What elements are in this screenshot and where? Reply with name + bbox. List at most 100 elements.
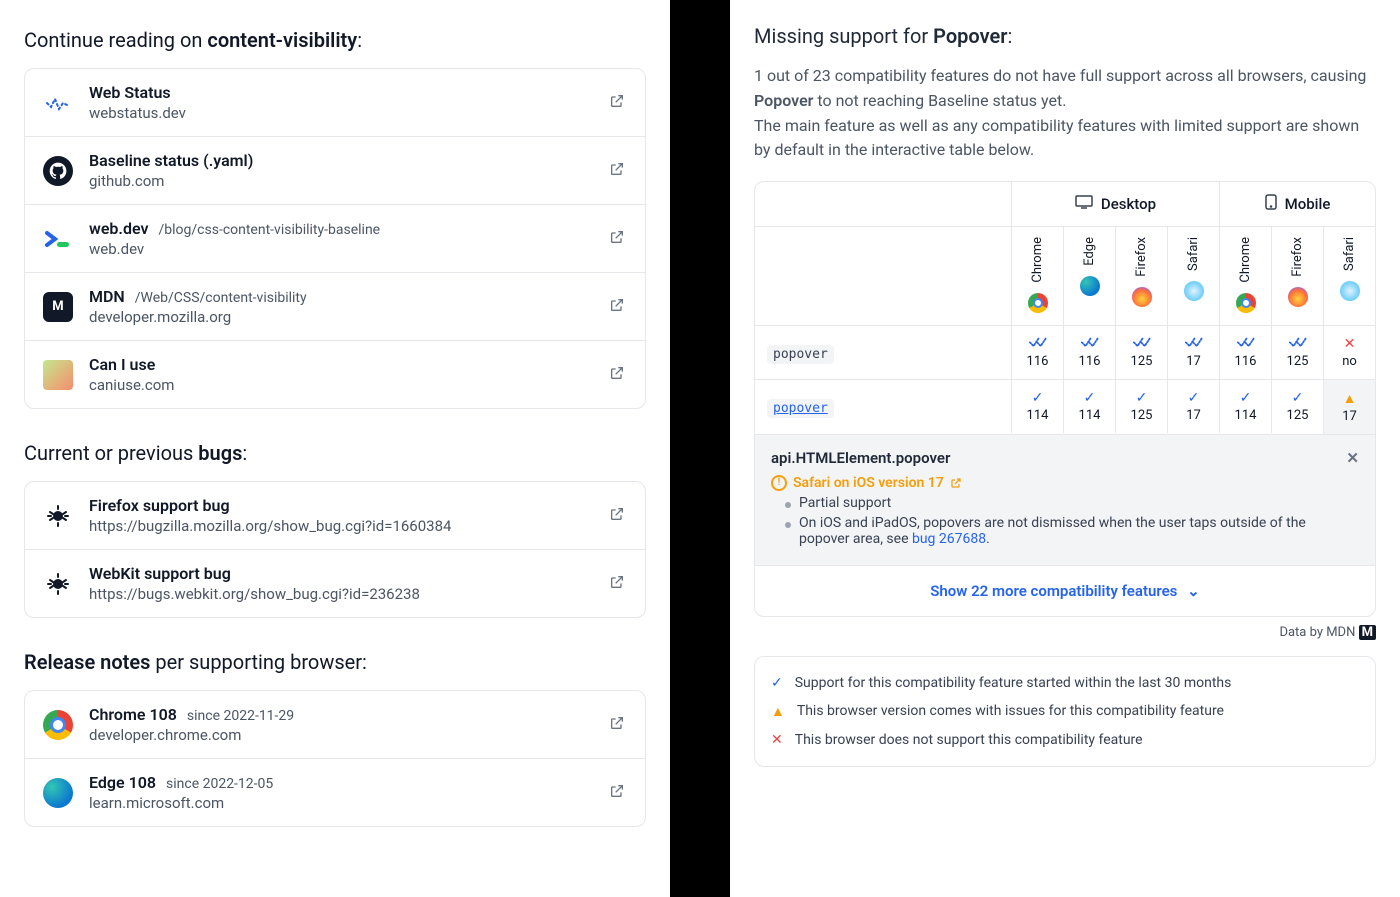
compat-table: Desktop Mobile ChromeEdgeFirefoxSafariCh… — [754, 181, 1376, 617]
legend-text: This browser version comes with issues f… — [797, 703, 1224, 719]
continue-reading-heading: Continue reading on content-visibility: — [24, 28, 646, 52]
external-link-icon — [609, 161, 627, 181]
compat-cell[interactable]: 116 — [1011, 326, 1063, 379]
webdev-icon — [43, 224, 73, 254]
compat-cell[interactable]: 116 — [1219, 326, 1271, 379]
external-link-icon — [609, 506, 627, 526]
compat-version: 116 — [1079, 354, 1101, 369]
bug-title: Firefox support bug — [89, 496, 230, 515]
webstatus-icon — [43, 88, 73, 118]
bugs-list: Firefox support bug https://bugzilla.mozi… — [24, 481, 646, 618]
detail-partial: Partial support — [771, 495, 1359, 511]
resource-path: /Web/CSS/content-visibility — [135, 290, 307, 306]
release-domain: developer.chrome.com — [89, 726, 593, 744]
show-more-button[interactable]: Show 22 more compatibility features ⌄ — [755, 566, 1375, 616]
legend-row: ✓Support for this compatibility feature … — [771, 669, 1359, 697]
check-icon: ✓ — [1066, 390, 1113, 406]
browser-name: Firefox — [1290, 237, 1305, 277]
heading-text: Missing support for — [754, 24, 933, 48]
resource-domain: developer.mozilla.org — [89, 308, 593, 326]
mdn-icon: M — [1359, 625, 1376, 640]
resource-domain: github.com — [89, 172, 593, 190]
browser-header-cell: Edge — [1063, 227, 1115, 325]
compat-row-label[interactable]: popover — [755, 383, 1011, 430]
resources-list: Web Statuswebstatus.devBaseline status (… — [24, 68, 646, 409]
compat-cell[interactable]: ▲17 — [1323, 380, 1375, 434]
warning-icon: ! — [771, 475, 787, 491]
release-domain: learn.microsoft.com — [89, 794, 593, 812]
external-link-icon — [609, 93, 627, 113]
compat-version: 17 — [1342, 409, 1357, 424]
resource-row[interactable]: Web Statuswebstatus.dev — [25, 69, 645, 136]
close-icon[interactable]: ✕ — [1346, 449, 1359, 467]
compat-cell[interactable]: 125 — [1271, 326, 1323, 379]
compat-cell[interactable]: ✓125 — [1115, 380, 1167, 433]
compat-version: 114 — [1235, 408, 1257, 423]
safari-icon — [1184, 281, 1204, 301]
bug-link[interactable]: bug 267688 — [912, 531, 986, 547]
release-title: Chrome 108 — [89, 705, 177, 724]
caniuse-icon — [43, 360, 73, 390]
github-icon — [43, 156, 73, 186]
warning-icon: ▲ — [771, 703, 785, 720]
heading-post: : — [1007, 24, 1012, 48]
heading-text: Current or previous — [24, 441, 198, 465]
resource-title: Web Status — [89, 83, 171, 102]
release-row[interactable]: Edge 108since 2022-12-05learn.microsoft.… — [25, 758, 645, 826]
heading-text: Continue reading on — [24, 28, 207, 52]
legend-text: Support for this compatibility feature s… — [795, 675, 1232, 691]
external-link-icon — [609, 297, 627, 317]
resource-row[interactable]: MMDN/Web/CSS/content-visibilitydeveloper… — [25, 272, 645, 340]
bug-url: https://bugzilla.mozilla.org/show_bug.cg… — [89, 517, 593, 535]
chevron-down-icon: ⌄ — [1187, 582, 1200, 600]
browser-name: Firefox — [1134, 237, 1149, 277]
compat-cell[interactable]: ✓125 — [1271, 380, 1323, 433]
compat-row: popover✓114✓114✓125✓17✓114✓125▲17 — [755, 380, 1375, 435]
firefox-icon — [1132, 287, 1152, 307]
edge-icon — [43, 778, 73, 808]
external-link-icon — [609, 783, 627, 803]
resource-row[interactable]: Can I usecaniuse.com — [25, 340, 645, 408]
feature-name: popover — [767, 399, 834, 418]
bug-title: WebKit support bug — [89, 564, 231, 583]
compat-row-label: popover — [755, 329, 1011, 376]
compat-cell[interactable]: ✕ no — [1323, 326, 1375, 379]
chrome-icon — [1028, 293, 1048, 313]
detail-safari-line[interactable]: ! Safari on iOS version 17 — [771, 475, 1359, 491]
compat-cell[interactable]: 17 — [1167, 326, 1219, 379]
resource-path: /blog/css-content-visibility-baseline — [159, 222, 381, 238]
recent-check-icon — [1222, 336, 1269, 352]
compat-cell[interactable]: 116 — [1063, 326, 1115, 379]
compat-cell[interactable]: ✓114 — [1011, 380, 1063, 433]
cross-icon: ✕ — [771, 732, 783, 748]
desktop-label: Desktop — [1101, 195, 1156, 213]
external-link-icon — [609, 715, 627, 735]
compat-cell[interactable]: ✓114 — [1063, 380, 1115, 433]
resource-domain: web.dev — [89, 240, 593, 258]
compat-cell[interactable]: ✓17 — [1167, 380, 1219, 433]
bug-row[interactable]: WebKit support bughttps://bugs.webkit.or… — [25, 549, 645, 617]
browser-name: Safari — [1342, 237, 1357, 271]
compat-cell[interactable]: 125 — [1115, 326, 1167, 379]
browser-header-cell: Chrome — [1219, 227, 1271, 325]
compat-version: 116 — [1027, 354, 1049, 369]
cross-icon: ✕ — [1326, 336, 1373, 352]
bug-icon — [43, 569, 73, 599]
compat-cell[interactable]: ✓114 — [1219, 380, 1271, 433]
compat-version: no — [1342, 354, 1357, 369]
resource-row[interactable]: Baseline status (.yaml)github.com — [25, 136, 645, 204]
bug-row[interactable]: Firefox support bug https://bugzilla.mozi… — [25, 482, 645, 549]
safari-icon — [1340, 281, 1360, 301]
recent-check-icon — [1118, 336, 1165, 352]
external-link-icon — [609, 229, 627, 249]
compat-version: 125 — [1287, 354, 1309, 369]
legend-row: ▲ This browser version comes with issues … — [771, 697, 1359, 726]
right-column: Missing support for Popover: 1 out of 23… — [700, 0, 1400, 897]
browser-name: Chrome — [1238, 237, 1253, 283]
compat-header: Desktop Mobile — [755, 182, 1375, 227]
release-row[interactable]: Chrome 108since 2022-11-29developer.chro… — [25, 691, 645, 758]
release-since: since 2022-12-05 — [166, 776, 273, 792]
resource-row[interactable]: web.dev/blog/css-content-visibility-base… — [25, 204, 645, 272]
recent-check-icon — [1066, 336, 1113, 352]
releases-list: Chrome 108since 2022-11-29developer.chro… — [24, 690, 646, 827]
